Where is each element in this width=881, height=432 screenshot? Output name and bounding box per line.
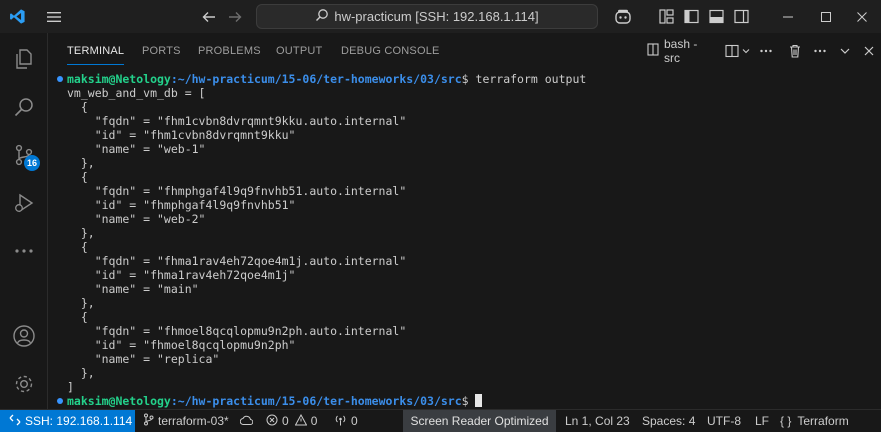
terminal-output-line: "fqdn" = "fhm1cvbn8dvrqmnt9kku.auto.inte… [67,114,407,128]
terminal-output-line: ] [67,380,74,394]
git-branch-icon [143,413,154,429]
branch-label: terraform-03* [158,414,229,428]
search-icon [315,8,329,25]
account-icon[interactable] [0,312,48,360]
run-and-debug-icon[interactable] [0,179,48,227]
cursor-position[interactable]: Ln 1, Col 23 [565,410,630,432]
toggle-panel-icon[interactable] [704,0,728,33]
more-icon[interactable] [811,33,829,69]
terminal-selector[interactable]: bash - src [647,33,713,69]
remote-label: SSH: 192.168.1.114 [25,414,133,428]
explorer-icon[interactable] [0,35,48,83]
screen-reader-mode[interactable]: Screen Reader Optimized [403,410,556,432]
forward-arrow-icon[interactable] [223,0,247,33]
terminal-cursor [474,394,482,407]
back-arrow-icon[interactable] [197,0,221,33]
prompt-path: :~/hw-practicum/15-06/ter-homeworks/03/s… [170,394,462,408]
remote-icon [9,414,21,429]
menu-icon[interactable] [40,0,68,33]
manage-gear-icon[interactable] [0,360,48,408]
terminal-output-line: "id" = "fhmphgaf4l9q9fnvhb51" [67,198,296,212]
more-icon[interactable] [0,227,48,275]
error-icon [266,414,278,429]
terminal-output-line: }, [67,366,95,380]
command-decoration-icon [57,398,63,404]
source-control-badge: 16 [24,155,40,171]
command-text: terraform output [468,72,587,86]
warning-icon [294,413,308,429]
split-terminal-icon[interactable] [724,33,740,69]
warning-count: 0 [310,414,318,428]
terminal-output-line: "fqdn" = "fhma1rav4eh72qoe4m1j.auto.inte… [67,254,407,268]
error-count: 0 [282,414,289,428]
toggle-secondary-sidebar-icon[interactable] [729,0,753,33]
terminal-output-line: }, [67,156,95,170]
close-icon[interactable] [842,0,881,33]
sync-icon[interactable] [240,410,253,432]
copilot-icon[interactable] [610,0,636,33]
prompt-line: maksim@Netology:~/hw-practicum/15-06/ter… [67,72,586,86]
more-actions-icon[interactable] [757,33,775,69]
language-label: Terraform [797,414,849,428]
terminal-output-line: }, [67,296,95,310]
ports-count: 0 [351,414,358,428]
tab-problems[interactable]: PROBLEMS [198,33,261,69]
problems-indicator[interactable]: 0 0 [266,410,317,432]
maximize-panel-chevron-icon[interactable] [836,33,854,69]
tab-ports[interactable]: PORTS [142,33,181,69]
vscode-logo-icon[interactable] [4,0,30,33]
command-decoration-icon [57,76,63,82]
command-center-search[interactable]: hw-practicum [SSH: 192.168.1.114] [256,4,598,29]
prompt-user: maksim@Netology [67,72,171,86]
end-of-line[interactable]: LF [755,410,769,432]
terminal-output-line: { [67,240,88,254]
remote-indicator[interactable]: SSH: 192.168.1.114 [0,410,135,432]
broadcast-icon [334,414,347,429]
close-panel-icon[interactable] [860,33,878,69]
terminal-output-line: { [67,310,88,324]
ports-indicator[interactable]: 0 [334,410,358,432]
customize-layout-icon[interactable] [654,0,678,33]
activity-bar: 16 [0,33,48,409]
language-mode[interactable]: { } Terraform [780,410,849,432]
toggle-sidebar-icon[interactable] [679,0,703,33]
terminal-output-line: "id" = "fhmoel8qcqlopmu9n2ph" [67,338,296,352]
terminal-output-line: vm_web_and_vm_db = [ [67,86,206,100]
terminal-output-line: "id" = "fhma1rav4eh72qoe4m1j" [67,268,296,282]
tab-terminal[interactable]: TERMINAL [67,33,125,69]
terminal-output-line: "name" = "web-1" [67,142,206,156]
kill-terminal-trash-icon[interactable] [786,33,804,69]
indentation[interactable]: Spaces: 4 [642,410,695,432]
terminal-output-line: { [67,100,88,114]
encoding[interactable]: UTF-8 [707,410,741,432]
chevron-down-icon[interactable] [740,33,752,69]
prompt-line: maksim@Netology:~/hw-practicum/15-06/ter… [67,394,482,408]
prompt-user: maksim@Netology [67,394,171,408]
terminal-output-line: "fqdn" = "fhmoel8qcqlopmu9n2ph.auto.inte… [67,324,407,338]
braces-icon: { } [780,414,792,428]
branch-indicator[interactable]: terraform-03* [143,410,229,432]
terminal-output-line: "id" = "fhm1cvbn8dvrqmnt9kku" [67,128,296,142]
terminal-output-line: "fqdn" = "fhmphgaf4l9q9fnvhb51.auto.inte… [67,184,407,198]
terminal-output-line: }, [67,226,95,240]
terminal-output-line: "name" = "web-2" [67,212,206,226]
prompt-symbol: $ [461,394,469,408]
panel-header: TERMINAL PORTS PROBLEMS OUTPUT DEBUG CON… [49,33,881,69]
tab-output[interactable]: OUTPUT [276,33,322,69]
terminal-name: bash - src [664,37,698,65]
title-bar: hw-practicum [SSH: 192.168.1.114] [0,0,881,33]
terminal-icon [647,43,659,59]
prompt-path: :~/hw-practicum/15-06/ter-homeworks/03/s… [170,72,462,86]
command-center-label: hw-practicum [SSH: 192.168.1.114] [334,9,539,24]
search-view-icon[interactable] [0,83,48,131]
status-bar: SSH: 192.168.1.114 terraform-03* 0 0 0 S… [0,409,881,432]
source-control-icon[interactable]: 16 [0,131,48,179]
terminal-output[interactable]: maksim@Netology:~/hw-practicum/15-06/ter… [49,69,881,409]
terminal-output-line: { [67,170,88,184]
tab-debug-console[interactable]: DEBUG CONSOLE [341,33,440,69]
prompt-symbol: $ [461,72,469,86]
terminal-output-line: "name" = "main" [67,282,199,296]
terminal-output-line: "name" = "replica" [67,352,220,366]
